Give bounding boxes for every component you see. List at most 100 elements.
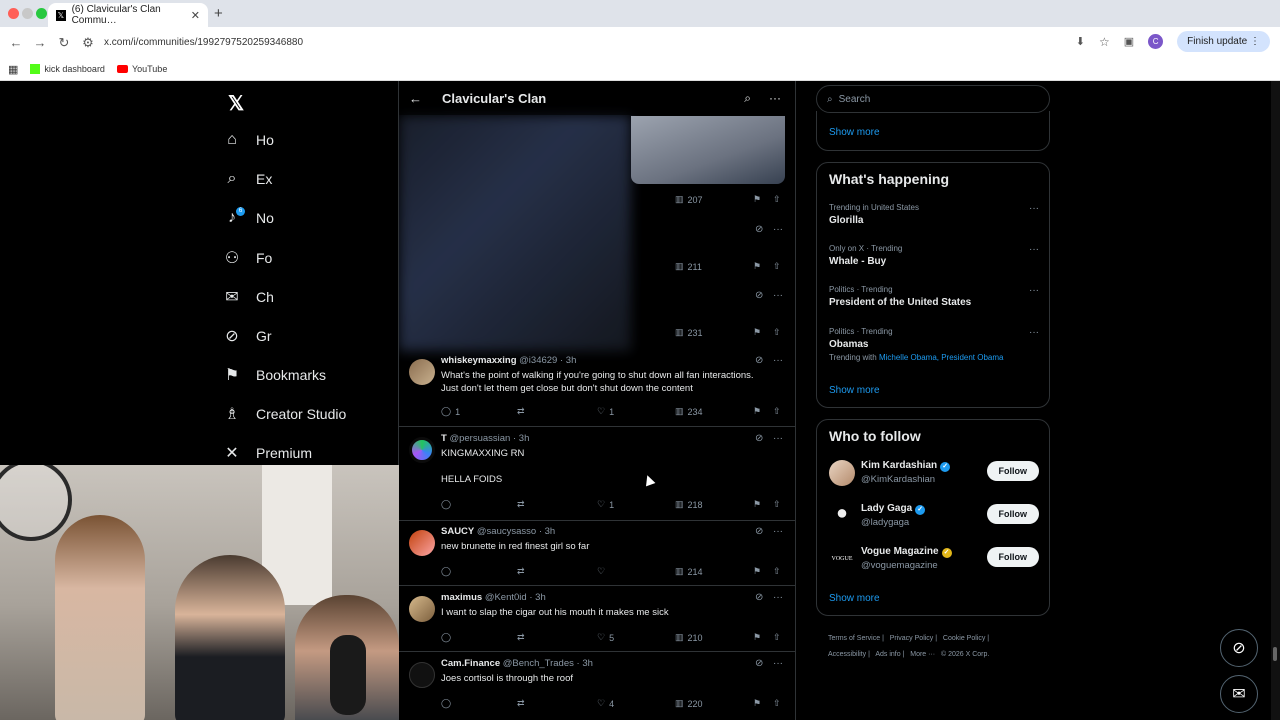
new-tab-icon[interactable]: +	[214, 5, 223, 22]
post-handle[interactable]: @i34629	[519, 355, 557, 366]
grok-icon[interactable]: ⊘	[755, 592, 763, 603]
scrollbar[interactable]	[1271, 81, 1280, 720]
avatar[interactable]	[829, 503, 855, 529]
footer-link[interactable]: Accessibility	[828, 651, 866, 658]
follow-button[interactable]: Follow	[986, 547, 1039, 567]
more-icon[interactable]: ···	[773, 433, 783, 444]
bookmark-icon[interactable]: ⚑	[753, 698, 761, 709]
nav-bookmarks[interactable]: ⚑ Bookmarks	[222, 365, 326, 385]
post[interactable]: Cam.Finance @Bench_Trades · 3h ⊘ ··· Joe…	[399, 654, 795, 720]
nav-notifications[interactable]: ♪ No	[222, 209, 274, 227]
views-stat[interactable]: ▥ 220	[675, 698, 703, 709]
more-icon[interactable]: ···	[773, 592, 783, 603]
close-tab-icon[interactable]: ✕	[191, 9, 200, 22]
follow-suggestion[interactable]: Kim Kardashian ✓ @KimKardashian Follow	[829, 460, 1039, 492]
grok-icon[interactable]: ⊘	[755, 224, 763, 235]
reply-icon[interactable]: ◯	[441, 698, 451, 709]
post[interactable]: maximus @Kent0id · 3h ⊘ ··· I want to sl…	[399, 588, 795, 652]
views-stat[interactable]: ▥ 218	[675, 499, 703, 510]
share-icon[interactable]: ⇧	[773, 698, 781, 709]
like-stat[interactable]: ♡ 1	[597, 406, 614, 417]
avatar[interactable]	[409, 359, 435, 385]
post-handle[interactable]: @Bench_Trades	[503, 658, 574, 669]
views-stat[interactable]: ▥ 214	[675, 566, 703, 577]
install-icon[interactable]: ⬇	[1076, 35, 1085, 48]
post-author[interactable]: Cam.Finance	[441, 658, 500, 669]
post-media[interactable]	[631, 116, 785, 184]
post-author[interactable]: maximus	[441, 592, 482, 603]
grok-fab-icon[interactable]: ⊘	[1220, 629, 1258, 667]
grok-icon[interactable]: ⊘	[755, 526, 763, 537]
more-icon[interactable]: ···	[773, 290, 783, 301]
views-stat[interactable]: ▥ 234	[675, 406, 703, 417]
browser-tab[interactable]: 𝕏 (6) Clavicular's Clan Commu… ✕	[48, 3, 208, 27]
repost-icon[interactable]: ⇄	[517, 566, 525, 577]
avatar[interactable]	[409, 596, 435, 622]
messages-fab-icon[interactable]: ✉	[1220, 675, 1258, 713]
reply-stat[interactable]: ◯	[441, 499, 455, 510]
show-more-link[interactable]: Show more	[829, 127, 880, 138]
more-icon[interactable]: ···	[773, 658, 783, 669]
avatar[interactable]	[409, 662, 435, 688]
bookmark-icon[interactable]: ⚑	[753, 632, 761, 643]
bookmark-icon[interactable]: ⚑	[753, 499, 761, 510]
close-window-button[interactable]	[8, 8, 19, 19]
heart-icon[interactable]: ♡	[597, 566, 605, 577]
footer-link[interactable]: Privacy Policy	[890, 635, 934, 642]
bookmark-kick[interactable]: kick dashboard	[30, 64, 105, 74]
repost-icon[interactable]: ⇄	[517, 406, 525, 417]
post-handle[interactable]: @Kent0id	[485, 592, 527, 603]
maximize-window-button[interactable]	[36, 8, 47, 19]
minimize-window-button[interactable]	[22, 8, 33, 19]
more-icon[interactable]: ···	[773, 526, 783, 537]
follow-button[interactable]: Follow	[986, 504, 1039, 524]
repost-icon[interactable]: ⇄	[517, 632, 525, 643]
reply-icon[interactable]: ◯	[441, 566, 451, 577]
more-icon[interactable]: ···	[769, 91, 781, 106]
share-icon[interactable]: ⇧	[773, 566, 781, 577]
views-stat[interactable]: ▥ 231	[675, 327, 703, 338]
share-icon[interactable]: ⇧	[773, 632, 781, 643]
like-stat[interactable]: ♡ 4	[597, 698, 614, 709]
grok-icon[interactable]: ⊘	[755, 355, 763, 366]
post-author[interactable]: whiskeymaxxing	[441, 355, 517, 366]
share-icon[interactable]: ⇧	[773, 406, 781, 417]
views-stat[interactable]: ▥ 207	[675, 194, 703, 205]
post-author[interactable]: SAUCY	[441, 526, 474, 537]
reload-icon[interactable]: ↻	[52, 35, 76, 51]
share-icon[interactable]: ⇧	[773, 194, 781, 205]
more-icon[interactable]: ···	[773, 355, 783, 366]
back-icon[interactable]: ←	[4, 35, 28, 50]
follow-suggestion[interactable]: Lady Gaga ✓ @ladygaga Follow	[829, 503, 1039, 535]
address-bar[interactable]: x.com/i/communities/1992797520259346880	[104, 37, 303, 48]
trend-item[interactable]: Only on X · Trending Whale - Buy ···	[829, 244, 1039, 267]
show-more-link[interactable]: Show more	[829, 385, 880, 396]
share-icon[interactable]: ⇧	[773, 327, 781, 338]
like-stat[interactable]: ♡ 5	[597, 632, 614, 643]
bookmark-icon[interactable]: ⚑	[753, 566, 761, 577]
apps-grid-icon[interactable]: ▦	[8, 63, 18, 76]
avatar[interactable]	[409, 530, 435, 556]
forward-icon[interactable]: →	[28, 35, 52, 50]
post[interactable]: SAUCY @saucysasso · 3h ⊘ ··· new brunett…	[399, 522, 795, 586]
site-info-icon[interactable]: ⚙	[76, 35, 100, 51]
nav-explore[interactable]: ⌕ Ex	[222, 170, 273, 188]
post-author[interactable]: T	[441, 433, 447, 444]
more-icon[interactable]: ···	[1029, 244, 1039, 255]
post-handle[interactable]: @persuassian	[449, 433, 510, 444]
scrollbar-thumb[interactable]	[1273, 647, 1277, 661]
views-stat[interactable]: ▥ 211	[675, 261, 702, 272]
share-icon[interactable]: ⇧	[773, 261, 781, 272]
bookmark-icon[interactable]: ⚑	[753, 194, 761, 205]
trend-item[interactable]: Politics · Trending Obamas Trending with…	[829, 327, 1039, 362]
bookmark-icon[interactable]: ⚑	[753, 261, 761, 272]
bookmark-youtube[interactable]: YouTube	[116, 64, 167, 74]
bookmark-icon[interactable]: ⚑	[753, 327, 761, 338]
more-icon[interactable]: ···	[1029, 327, 1039, 338]
more-icon[interactable]: ···	[773, 224, 783, 235]
finish-update-button[interactable]: Finish update ⋮	[1177, 31, 1270, 52]
sidepanel-icon[interactable]: ▣	[1124, 35, 1134, 48]
more-icon[interactable]: ···	[1029, 203, 1039, 214]
footer-link[interactable]: Cookie Policy	[943, 635, 985, 642]
post[interactable]: whiskeymaxxing @i34629 · 3h ⊘ ··· What's…	[399, 351, 795, 427]
